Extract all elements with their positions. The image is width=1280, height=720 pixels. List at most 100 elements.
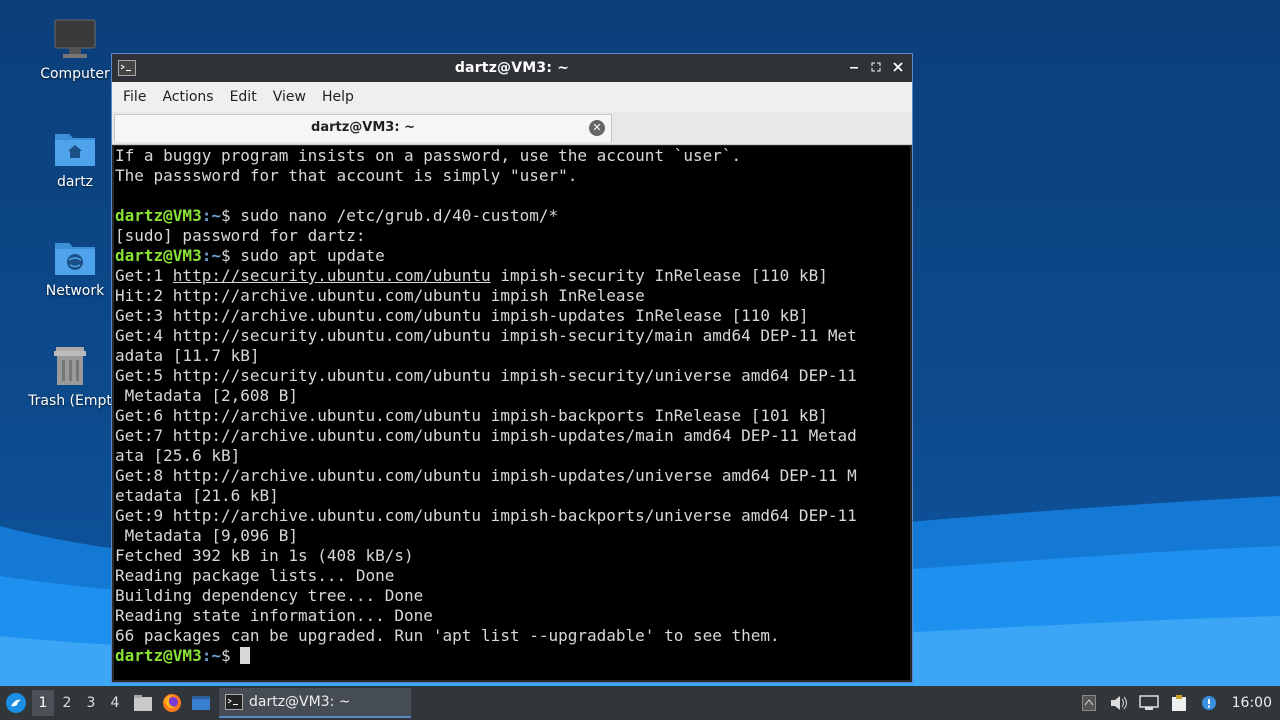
- output-text: etadata [21.6 kB]: [115, 486, 279, 505]
- output-text: impish-security InRelease [110 kB]: [490, 266, 828, 285]
- desktop-icon-label: dartz: [56, 174, 94, 190]
- output-link[interactable]: http://security.ubuntu.com/ubuntu: [173, 266, 491, 285]
- output-text: Get:6 http://archive.ubuntu.com/ubuntu i…: [115, 406, 828, 425]
- prompt-user: dartz@VM3: [115, 646, 202, 665]
- terminal-line: Get:1 http://security.ubuntu.com/ubuntu …: [115, 266, 910, 286]
- computer-icon: [54, 19, 96, 58]
- output-text: Reading state information... Done: [115, 606, 433, 625]
- output-text: Get:7 http://archive.ubuntu.com/ubuntu i…: [115, 426, 857, 445]
- maximize-icon: [871, 62, 881, 72]
- clock[interactable]: 16:00: [1232, 695, 1272, 711]
- window-title: dartz@VM3: ~: [454, 60, 570, 76]
- output-text: Get:4 http://security.ubuntu.com/ubuntu …: [115, 326, 857, 345]
- terminal-window: dartz@VM3: ~ File Actions Edit View Help…: [111, 53, 913, 683]
- menu-help[interactable]: Help: [315, 89, 361, 105]
- tray-expand-button[interactable]: [1076, 690, 1102, 716]
- prompt-symbol: $: [220, 646, 241, 665]
- prompt-separator: :: [201, 246, 212, 265]
- terminal-line: dartz@VM3:~$: [115, 646, 910, 666]
- window-titlebar[interactable]: dartz@VM3: ~: [112, 54, 912, 82]
- clipboard-icon: [1171, 695, 1186, 711]
- terminal-line: 66 packages can be upgraded. Run 'apt li…: [115, 626, 910, 646]
- terminal-tab[interactable]: dartz@VM3: ~ ✕: [114, 114, 612, 142]
- desktop-icon: [192, 696, 210, 710]
- terminal-line: Fetched 392 kB in 1s (408 kB/s): [115, 546, 910, 566]
- output-text: Get:5 http://security.ubuntu.com/ubuntu …: [115, 366, 857, 385]
- menu-actions[interactable]: Actions: [155, 89, 220, 105]
- terminal-line: Get:6 http://archive.ubuntu.com/ubuntu i…: [115, 406, 910, 426]
- terminal-line: Reading state information... Done: [115, 606, 910, 626]
- prompt-symbol: $: [220, 206, 241, 225]
- menu-bar: File Actions Edit View Help: [112, 82, 912, 112]
- desktop-icon-computer[interactable]: Computer: [25, 18, 125, 82]
- taskbar: 1 2 3 4 dartz@VM3: ~ 16:00: [0, 686, 1280, 720]
- home-folder-icon: [55, 134, 95, 166]
- update-notifier-button[interactable]: [1196, 690, 1222, 716]
- close-button[interactable]: [890, 58, 906, 76]
- output-text: The passsword for that account is simply…: [115, 166, 578, 185]
- terminal-line: dartz@VM3:~$ sudo apt update: [115, 246, 910, 266]
- prompt-path: ~: [211, 646, 221, 665]
- menu-edit[interactable]: Edit: [223, 89, 264, 105]
- command-text: sudo nano /etc/grub.d/40-custom/*: [240, 206, 559, 225]
- command-text: sudo apt update: [240, 246, 385, 265]
- prompt-user: dartz@VM3: [115, 246, 202, 265]
- output-text: Get:3 http://archive.ubuntu.com/ubuntu i…: [115, 306, 809, 325]
- prompt-user: dartz@VM3: [115, 206, 202, 225]
- terminal-line: Get:9 http://archive.ubuntu.com/ubuntu i…: [115, 506, 910, 526]
- wired-network-icon: [1138, 695, 1159, 710]
- terminal-line: Get:8 http://archive.ubuntu.com/ubuntu i…: [115, 466, 910, 486]
- system-tray: 16:00: [1072, 686, 1280, 720]
- menu-file[interactable]: File: [116, 89, 153, 105]
- chevron-up-icon: [1081, 695, 1096, 711]
- output-text: Reading package lists... Done: [115, 566, 395, 585]
- clipboard-button[interactable]: [1166, 690, 1192, 716]
- desktop-icon-label: Network: [45, 283, 105, 299]
- output-text: Get:1: [115, 266, 173, 285]
- output-text: adata [11.7 kB]: [115, 346, 260, 365]
- workspace-3[interactable]: 3: [80, 690, 102, 716]
- minimize-button[interactable]: [846, 58, 862, 76]
- close-icon: [893, 62, 903, 72]
- output-text: [sudo] password for dartz:: [115, 226, 366, 245]
- volume-button[interactable]: [1106, 690, 1132, 716]
- taskbar-task-terminal[interactable]: dartz@VM3: ~: [219, 688, 411, 718]
- tab-close-icon[interactable]: ✕: [589, 120, 605, 136]
- terminal-line: Metadata [9,096 B]: [115, 526, 910, 546]
- minimize-icon: [850, 67, 858, 69]
- terminal-line: adata [11.7 kB]: [115, 346, 910, 366]
- network-tray-button[interactable]: [1136, 690, 1162, 716]
- desktop-icon-home[interactable]: dartz: [25, 128, 125, 190]
- desktop-icon-network[interactable]: Network: [25, 237, 125, 299]
- workspace-2[interactable]: 2: [56, 690, 78, 716]
- file-manager-icon: [134, 695, 152, 711]
- firefox-icon: [163, 694, 181, 712]
- volume-icon: [1110, 696, 1127, 710]
- terminal-line: ata [25.6 kB]: [115, 446, 910, 466]
- output-text: Building dependency tree... Done: [115, 586, 424, 605]
- info-icon: [1201, 696, 1216, 710]
- maximize-button[interactable]: [868, 58, 884, 76]
- workspace-4[interactable]: 4: [104, 690, 126, 716]
- trash-icon: [54, 347, 86, 385]
- file-manager-launcher[interactable]: [131, 691, 155, 715]
- workspace-1[interactable]: 1: [32, 690, 54, 716]
- desktop-icon-trash[interactable]: Trash (Empt: [20, 345, 120, 409]
- terminal-line: Get:7 http://archive.ubuntu.com/ubuntu i…: [115, 426, 910, 446]
- prompt-path: ~: [211, 246, 221, 265]
- menu-view[interactable]: View: [266, 89, 313, 105]
- output-text: Fetched 392 kB in 1s (408 kB/s): [115, 546, 414, 565]
- firefox-launcher[interactable]: [160, 691, 184, 715]
- terminal-line: Metadata [2,608 B]: [115, 386, 910, 406]
- terminal-line: If a buggy program insists on a password…: [115, 146, 910, 166]
- terminal-output[interactable]: If a buggy program insists on a password…: [114, 146, 910, 680]
- start-menu-button[interactable]: [2, 689, 30, 717]
- output-text: Metadata [2,608 B]: [115, 386, 299, 405]
- output-text: Metadata [9,096 B]: [115, 526, 299, 545]
- prompt-separator: :: [201, 646, 212, 665]
- terminal-line: Get:3 http://archive.ubuntu.com/ubuntu i…: [115, 306, 910, 326]
- terminal-cursor: [240, 647, 251, 664]
- output-text: 66 packages can be upgraded. Run 'apt li…: [115, 626, 780, 645]
- show-desktop-button[interactable]: [189, 691, 213, 715]
